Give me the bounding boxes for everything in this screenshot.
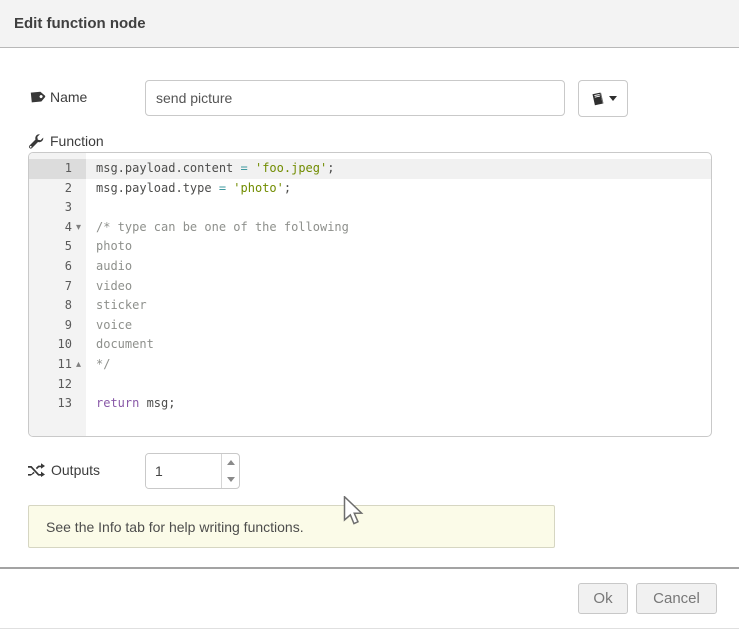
- caret-down-icon: [609, 96, 617, 101]
- fold-open-icon[interactable]: ▾: [73, 218, 84, 238]
- code-line[interactable]: video: [86, 277, 711, 297]
- code-line[interactable]: [86, 375, 711, 395]
- arrow-down-icon: [227, 477, 235, 482]
- gutter-line-number[interactable]: 9: [29, 316, 86, 336]
- code-line[interactable]: document: [86, 335, 711, 355]
- gutter-line-number[interactable]: 3: [29, 198, 86, 218]
- library-button[interactable]: [578, 80, 628, 117]
- gutter-line-number[interactable]: 7: [29, 277, 86, 297]
- outputs-label: Outputs: [28, 462, 100, 478]
- info-tip-text: See the Info tab for help writing functi…: [46, 519, 304, 535]
- name-input[interactable]: [145, 80, 565, 116]
- code-line[interactable]: msg.payload.type = 'photo';: [86, 179, 711, 199]
- spinner-buttons: [221, 454, 239, 488]
- code-line[interactable]: msg.payload.content = 'foo.jpeg';: [86, 159, 711, 179]
- gutter-line-number[interactable]: 13: [29, 394, 86, 414]
- fold-close-icon[interactable]: ▴: [73, 355, 84, 375]
- editor-code: msg.payload.content = 'foo.jpeg';msg.pay…: [86, 153, 711, 436]
- code-line[interactable]: /* type can be one of the following: [86, 218, 711, 238]
- code-line[interactable]: */: [86, 355, 711, 375]
- ok-button[interactable]: Ok: [578, 583, 628, 614]
- code-line[interactable]: voice: [86, 316, 711, 336]
- gutter-line-number[interactable]: 2: [29, 179, 86, 199]
- gutter-line-number[interactable]: 11▴: [29, 355, 86, 375]
- code-line[interactable]: photo: [86, 237, 711, 257]
- dialog-header: Edit function node: [0, 0, 739, 48]
- shuffle-icon: [28, 463, 45, 477]
- wrench-icon: [28, 133, 44, 149]
- code-line[interactable]: [86, 198, 711, 218]
- code-line[interactable]: sticker: [86, 296, 711, 316]
- footer-divider: [0, 567, 739, 569]
- spinner-up-button[interactable]: [222, 454, 239, 471]
- function-label: Function: [28, 133, 104, 149]
- tag-icon: [25, 86, 48, 109]
- edit-function-dialog: Edit function node Name Function 1234▾56…: [0, 0, 739, 630]
- name-label: Name: [28, 89, 87, 105]
- info-tip: See the Info tab for help writing functi…: [28, 505, 555, 548]
- spinner-down-button[interactable]: [222, 471, 239, 488]
- code-line[interactable]: return msg;: [86, 394, 711, 414]
- cancel-button[interactable]: Cancel: [636, 583, 717, 614]
- gutter-line-number[interactable]: 1: [29, 159, 86, 179]
- gutter-line-number[interactable]: 5: [29, 237, 86, 257]
- outputs-input[interactable]: [146, 454, 221, 488]
- editor-gutter: 1234▾567891011▴1213: [29, 153, 86, 436]
- gutter-line-number[interactable]: 6: [29, 257, 86, 277]
- outputs-spinner: [145, 453, 240, 489]
- code-line[interactable]: audio: [86, 257, 711, 277]
- gutter-line-number[interactable]: 4▾: [29, 218, 86, 238]
- gutter-line-number[interactable]: 12: [29, 375, 86, 395]
- function-code-editor[interactable]: 1234▾567891011▴1213 msg.payload.content …: [28, 152, 712, 437]
- dialog-title: Edit function node: [0, 15, 146, 32]
- book-icon: [590, 91, 605, 107]
- arrow-up-icon: [227, 460, 235, 465]
- gutter-line-number[interactable]: 8: [29, 296, 86, 316]
- dialog-bottom-edge: [0, 628, 739, 629]
- gutter-line-number[interactable]: 10: [29, 335, 86, 355]
